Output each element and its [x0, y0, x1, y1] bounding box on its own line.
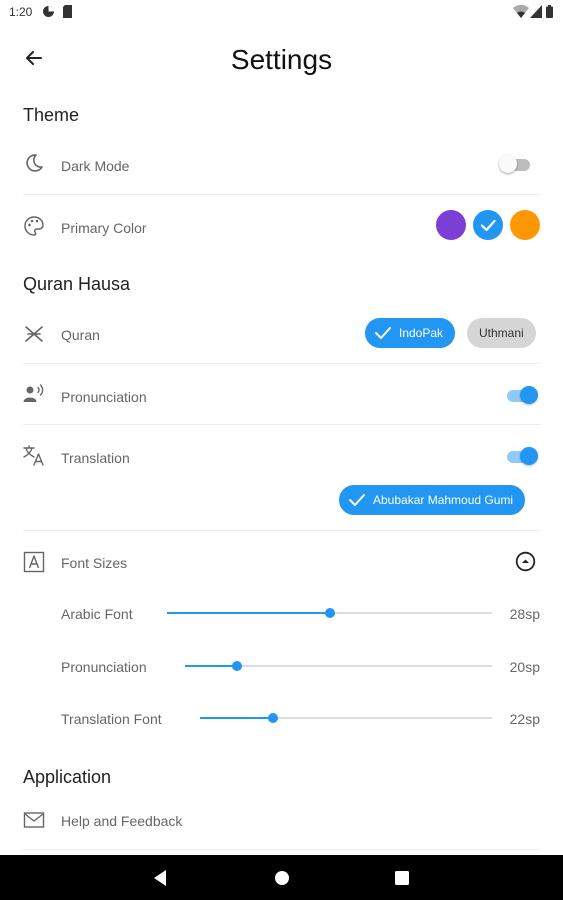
font-sizes-label: Font Sizes [61, 555, 128, 571]
quran-script-row: Quran IndoPak Uthmani [0, 314, 563, 354]
slider-value: 20sp [509, 659, 540, 675]
system-nav-bar [0, 855, 563, 900]
check-icon [480, 219, 496, 232]
slider-value: 28sp [509, 606, 540, 622]
primary-color-row: Primary Color [0, 207, 563, 247]
divider [23, 424, 540, 425]
help-feedback-row[interactable]: Help and Feedback [0, 803, 563, 839]
sd-card-icon [63, 5, 72, 18]
primary-color-label: Primary Color [61, 220, 147, 236]
cell-signal-icon [530, 5, 542, 18]
pronunciation-font-slider[interactable] [185, 659, 492, 673]
dark-mode-label: Dark Mode [61, 158, 130, 174]
app-bar: Settings [0, 26, 563, 96]
color-swatch-blue[interactable] [473, 210, 503, 240]
arabic-font-slider[interactable] [167, 606, 492, 620]
chip-label: Abubakar Mahmoud Gumi [373, 493, 514, 507]
slider-knob[interactable] [324, 608, 335, 618]
divider [23, 849, 540, 850]
wifi-icon [513, 5, 529, 18]
slider-value: 22sp [509, 711, 540, 727]
check-icon [375, 327, 391, 339]
translation-font-slider[interactable] [200, 711, 492, 725]
translation-row[interactable]: Translation [0, 435, 563, 479]
data-saver-icon [43, 6, 54, 17]
toggle-thumb [520, 447, 538, 465]
pronunciation-row[interactable]: Pronunciation [0, 374, 563, 418]
status-bar: 1:20 [0, 0, 563, 26]
slider-label: Pronunciation [61, 659, 147, 675]
chip-uthmani[interactable]: Uthmani [467, 318, 536, 348]
status-time: 1:20 [9, 5, 33, 19]
slider-knob[interactable] [232, 661, 243, 671]
divider [23, 530, 540, 531]
section-header-quran-hausa: Quran Hausa [23, 274, 131, 294]
divider [23, 363, 540, 364]
section-header-theme: Theme [23, 105, 80, 125]
slider-label: Translation Font [61, 711, 162, 727]
slider-knob[interactable] [268, 713, 278, 723]
book-icon [25, 326, 43, 342]
color-swatch-orange[interactable] [510, 210, 540, 240]
translation-toggle[interactable] [506, 446, 538, 466]
font-icon [23, 551, 45, 573]
quran-label: Quran [61, 327, 100, 343]
chip-translator[interactable]: Abubakar Mahmoud Gumi [339, 485, 526, 515]
slider-fill [200, 717, 273, 719]
translate-icon [23, 445, 44, 466]
speaking-person-icon [23, 384, 44, 402]
dark-mode-toggle[interactable] [499, 154, 531, 174]
slider-fill [167, 612, 330, 614]
slider-fill [185, 665, 238, 667]
divider [23, 194, 540, 195]
dark-mode-row[interactable]: Dark Mode [0, 148, 563, 192]
palette-icon [24, 216, 44, 236]
toggle-thumb [520, 386, 538, 404]
slider-label: Arabic Font [61, 606, 133, 622]
chip-label: IndoPak [399, 326, 444, 340]
collapse-icon[interactable] [515, 551, 536, 572]
battery-icon [546, 5, 553, 18]
check-icon [349, 494, 365, 506]
nav-back-icon[interactable] [150, 867, 172, 889]
pronunciation-label: Pronunciation [61, 389, 147, 405]
chip-label: Uthmani [479, 326, 524, 340]
page-title: Settings [230, 44, 333, 75]
toggle-thumb [499, 155, 517, 173]
nav-recents-icon[interactable] [391, 867, 413, 889]
section-header-application: Application [23, 767, 112, 787]
mail-icon [23, 812, 45, 828]
help-feedback-label: Help and Feedback [61, 813, 183, 829]
nav-home-icon[interactable] [271, 867, 293, 889]
color-swatch-purple[interactable] [436, 210, 466, 240]
pronunciation-toggle[interactable] [506, 385, 538, 405]
moon-icon [26, 154, 43, 172]
translation-label: Translation [61, 450, 130, 466]
font-sizes-row[interactable]: Font Sizes [0, 545, 563, 579]
chip-indopak[interactable]: IndoPak [365, 318, 456, 348]
